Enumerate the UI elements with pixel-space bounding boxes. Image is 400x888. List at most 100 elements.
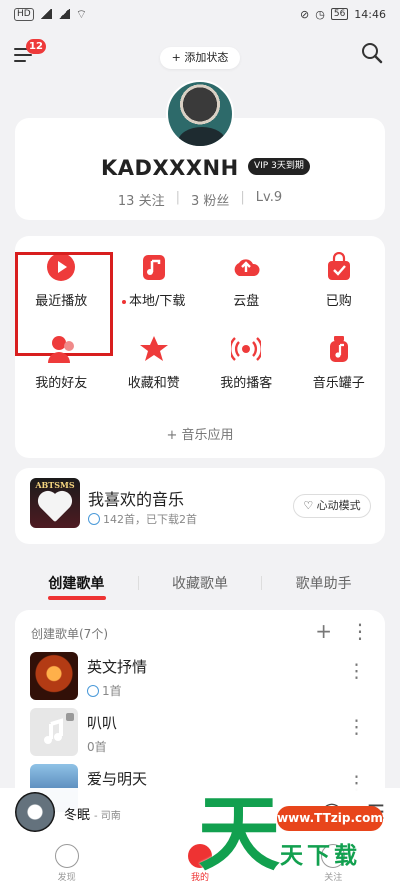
tab-collected[interactable]: 收藏歌单 <box>139 573 262 593</box>
playlist-tabs: 创建歌单 收藏歌单 歌单助手 <box>15 568 385 600</box>
playlist-more-button[interactable]: ⋮ <box>350 619 370 643</box>
player-actions: ◯ ☰ <box>321 800 385 824</box>
heart-icon <box>40 493 70 523</box>
heartbeat-mode-label: 心动模式 <box>316 499 361 512</box>
level-label[interactable]: Lv.9 <box>256 190 282 209</box>
playlist-count: 1首 <box>87 682 122 699</box>
song-info: 冬眠 - 司南 <box>64 804 121 823</box>
recent-play-shortcut[interactable]: 最近播放 <box>15 252 113 356</box>
music-jar-icon <box>324 334 354 364</box>
time-label: 14:46 <box>354 7 386 21</box>
nav-follow[interactable]: 关注 <box>298 836 368 888</box>
notification-badge: 12 <box>26 39 46 54</box>
discover-icon <box>54 844 79 868</box>
playlist-count-text: 1首 <box>102 684 122 698</box>
tab-created[interactable]: 创建歌单 <box>15 573 138 600</box>
playlist-count: 0首 <box>87 740 107 754</box>
nav-mine-label: 我的 <box>190 873 209 883</box>
concert-cover <box>30 652 78 700</box>
playlist-title: 爱与明天 <box>87 770 148 788</box>
playlist-row[interactable]: 英文抒情 1首 ⋮ <box>15 652 385 710</box>
avatar[interactable] <box>166 80 234 148</box>
local-download-label: 本地/下载 <box>108 290 201 309</box>
now-playing-bar[interactable]: 冬眠 - 司南 ◯ ☰ <box>0 788 400 836</box>
friends-label: 我的好友 <box>35 376 88 391</box>
playlist-header-actions: + ⋮ <box>315 619 370 643</box>
shopping-bag-icon <box>324 252 354 282</box>
star-icon <box>139 334 169 364</box>
playlist-row-more-button[interactable]: ⋮ <box>347 662 366 681</box>
local-download-shortcut[interactable]: 本地/下载 <box>108 252 201 334</box>
playlist-title: 英文抒情 <box>87 658 148 676</box>
local-download-text: 本地/下载 <box>129 294 186 309</box>
status-right: ⊘ ◷ 56 14:46 <box>300 8 386 21</box>
nav-discover-label: 发现 <box>57 873 76 883</box>
playlist-row[interactable]: 叭叭 0首 ⋮ <box>15 708 385 766</box>
favorites-shortcut[interactable]: 收藏和赞 <box>108 334 201 416</box>
friends-icon <box>46 334 76 364</box>
song-title: 冬眠 <box>64 808 91 823</box>
play-icon[interactable]: ◯ <box>321 800 343 824</box>
mute-icon: ⊘ <box>300 7 310 21</box>
follow-icon <box>321 844 346 868</box>
podcast-label: 我的播客 <box>220 376 273 391</box>
podcast-shortcut[interactable]: 我的播客 <box>200 334 293 416</box>
playlist-icon[interactable]: ☰ <box>367 800 385 824</box>
download-check-icon <box>88 513 100 525</box>
shortcut-grid: 最近播放 本地/下载 云盘 已购 我的好友 收藏和赞 我的播客 音乐罐子 <box>15 236 385 422</box>
profile-stats: 13 关注 | 3 粉丝 | Lv.9 <box>15 190 385 209</box>
cloud-disk-shortcut[interactable]: 云盘 <box>200 252 293 334</box>
mine-music-icon <box>187 844 212 868</box>
search-icon[interactable] <box>360 41 384 65</box>
add-music-app-button[interactable]: + 音乐应用 <box>15 424 385 443</box>
add-status-button[interactable]: + 添加状态 <box>160 47 240 69</box>
music-jar-shortcut[interactable]: 音乐罐子 <box>293 334 386 416</box>
menu-line <box>14 54 32 56</box>
blank-cover <box>30 708 78 756</box>
menu-line <box>14 60 26 62</box>
cloud-disk-label: 云盘 <box>233 294 260 309</box>
favorite-cover: ABTSMS <box>30 478 80 528</box>
bottom-navigation: 发现 我的 关注 <box>0 836 400 888</box>
music-file-icon <box>139 252 169 282</box>
purchased-label: 已购 <box>325 294 352 309</box>
playlist-title: 叭叭 <box>87 714 118 732</box>
favorites-label: 收藏和赞 <box>127 376 180 391</box>
shortcut-grid-card: 最近播放 本地/下载 云盘 已购 我的好友 收藏和赞 我的播客 音乐罐子 + 音… <box>15 236 385 458</box>
active-tab-underline <box>48 596 106 600</box>
podcast-icon <box>231 334 262 364</box>
avatar-shirt <box>178 127 226 146</box>
playlist-row-more-button[interactable]: ⋮ <box>347 718 366 737</box>
battery-icon: 56 <box>330 8 349 20</box>
download-check-icon <box>87 685 99 697</box>
fans-count[interactable]: 3 粉丝 <box>191 190 229 209</box>
nav-discover[interactable]: 发现 <box>32 836 102 888</box>
alarm-icon: ◷ <box>315 7 325 21</box>
cloud-upload-icon <box>231 252 261 282</box>
red-dot <box>122 299 127 304</box>
music-note-icon <box>44 713 74 744</box>
friends-shortcut[interactable]: 我的好友 <box>15 334 108 416</box>
purchased-shortcut[interactable]: 已购 <box>293 252 386 334</box>
vip-badge[interactable]: VIP 3天到期 <box>248 158 310 175</box>
heart-outline-icon: ♡ <box>303 499 317 512</box>
cover-art-lettering: ABTSMS <box>35 480 75 490</box>
stats-divider: | <box>175 190 180 205</box>
nav-mine[interactable]: 我的 <box>165 836 235 888</box>
favorite-subtitle-text: 142首，已下载2首 <box>103 513 197 526</box>
favorite-title: 我喜欢的音乐 <box>88 490 185 509</box>
following-count[interactable]: 13 关注 <box>118 190 165 209</box>
hd-indicator: HD <box>14 7 34 21</box>
wifi-icon: ⌔ <box>75 6 87 21</box>
top-bar: 12 + 添加状态 <box>0 36 400 80</box>
song-artist: - 司南 <box>94 811 121 822</box>
tab-assistant[interactable]: 歌单助手 <box>262 573 385 593</box>
username[interactable]: KADXXXNH <box>101 156 239 180</box>
heartbeat-mode-button[interactable]: ♡ 心动模式 <box>293 494 371 518</box>
nav-follow-label: 关注 <box>324 873 343 883</box>
signal-icon <box>39 9 52 19</box>
favorite-subtitle: 142首，已下载2首 <box>88 511 197 527</box>
add-playlist-button[interactable]: + <box>315 619 332 643</box>
favorite-music-card[interactable]: ABTSMS 我喜欢的音乐 142首，已下载2首 ♡ 心动模式 <box>15 468 385 544</box>
signal-icon <box>57 9 70 19</box>
